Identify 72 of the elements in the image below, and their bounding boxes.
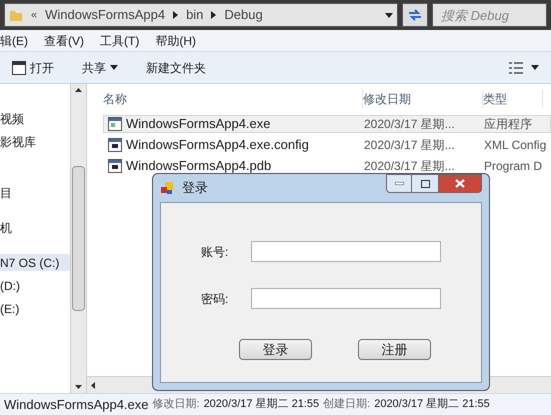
chevron-right-icon: [173, 11, 178, 19]
menu-item[interactable]: 工具(T): [100, 32, 140, 50]
minimize-icon: [394, 182, 404, 185]
document-icon: [108, 138, 122, 152]
refresh-button[interactable]: [402, 3, 428, 27]
folder-icon: [9, 8, 23, 22]
toolbar-button[interactable]: 新建文件夹: [146, 58, 206, 76]
breadcrumb[interactable]: bin: [186, 5, 204, 25]
caret-down-icon[interactable]: [385, 12, 393, 18]
file-type: 应用程序: [484, 116, 532, 133]
file-row[interactable]: WindowsFormsApp4.exe 2020/3/17 星期... 应用程序: [103, 115, 551, 133]
dialog-button[interactable]: 登录: [239, 339, 312, 360]
chevron-right-icon: [211, 11, 216, 19]
file-name: WindowsFormsApp4.exe.config: [126, 136, 309, 154]
menu-item[interactable]: 查看(V): [44, 32, 84, 50]
toolbar-button[interactable]: 打开: [12, 58, 54, 76]
close-button[interactable]: [438, 174, 482, 193]
sidebar-item[interactable]: 影视库: [0, 133, 70, 150]
column-header[interactable]: 修改日期: [363, 90, 483, 108]
field-label: 账号:: [201, 244, 230, 260]
sidebar-item[interactable]: (D:): [0, 277, 70, 294]
minimize-button[interactable]: [386, 174, 412, 193]
file-row[interactable]: WindowsFormsApp4.exe.config 2020/3/17 星期... XML Config: [103, 136, 551, 154]
arrow-up-icon: [75, 88, 82, 92]
caret-down-icon: [110, 65, 118, 70]
file-date: 2020/3/17 星期...: [364, 137, 456, 154]
status-value: 2020/3/17 星期二 21:55: [204, 397, 320, 412]
scrollbar-thumb[interactable]: [72, 166, 85, 311]
column-header[interactable]: 类型: [483, 90, 543, 108]
overflow-chevron[interactable]: «: [31, 6, 38, 24]
dialog-title: 登录: [182, 179, 208, 198]
toolbar-button[interactable]: 共享: [82, 58, 118, 76]
sidebar-item[interactable]: 机: [0, 219, 70, 236]
status-value: 2020/3/17 星期二 21:55: [374, 397, 490, 412]
sidebar-item[interactable]: (E:): [0, 300, 70, 317]
file-date: 2020/3/17 星期...: [364, 116, 456, 133]
status-label: 创建日期:: [323, 397, 370, 412]
file-type: Program D: [484, 158, 542, 175]
arrow-down-icon: [75, 385, 82, 389]
column-header[interactable]: 名称: [103, 90, 363, 108]
refresh-icon: [407, 8, 423, 22]
file-row[interactable]: WindowsFormsApp4.pdb 2020/3/17 星期... Program D: [103, 157, 551, 175]
sidebar-item[interactable]: 视频: [0, 110, 70, 127]
maximize-button[interactable]: [412, 174, 438, 193]
caret-down-icon[interactable]: [531, 65, 539, 70]
arrow-left-icon: [91, 382, 95, 388]
document-icon: [108, 159, 122, 173]
file-name: WindowsFormsApp4.pdb: [126, 157, 272, 176]
sidebar-item[interactable]: N7 OS (C:): [0, 254, 70, 271]
breadcrumb[interactable]: WindowsFormsApp4: [45, 5, 166, 25]
file-type: XML Config: [484, 137, 546, 154]
file-name: WindowsFormsApp4.exe: [126, 115, 270, 134]
address-bar[interactable]: « WindowsFormsApp4 bin Debug: [4, 3, 398, 27]
status-file-name: WindowsFormsApp4.exe: [4, 396, 148, 414]
close-icon: [455, 179, 465, 188]
application-icon: [12, 60, 26, 74]
app-icon: [160, 181, 174, 195]
sidebar-item[interactable]: 目: [0, 184, 70, 201]
breadcrumb[interactable]: Debug: [224, 5, 263, 25]
window-icon: [108, 117, 122, 131]
menu-item[interactable]: 帮助(H): [155, 32, 196, 50]
status-label: 修改日期:: [152, 397, 200, 412]
view-list-icon[interactable]: [509, 62, 523, 74]
file-date: 2020/3/17 星期...: [364, 158, 456, 175]
input-field[interactable]: [250, 241, 441, 262]
menu-item[interactable]: 辑(E): [0, 32, 28, 50]
field-label: 密码:: [201, 290, 230, 308]
dialog-button[interactable]: 注册: [358, 339, 431, 360]
sidebar-scrollbar[interactable]: [70, 84, 87, 393]
input-field[interactable]: [250, 288, 441, 309]
maximize-icon: [420, 180, 430, 188]
search-field[interactable]: 搜索 Debug: [432, 3, 547, 27]
